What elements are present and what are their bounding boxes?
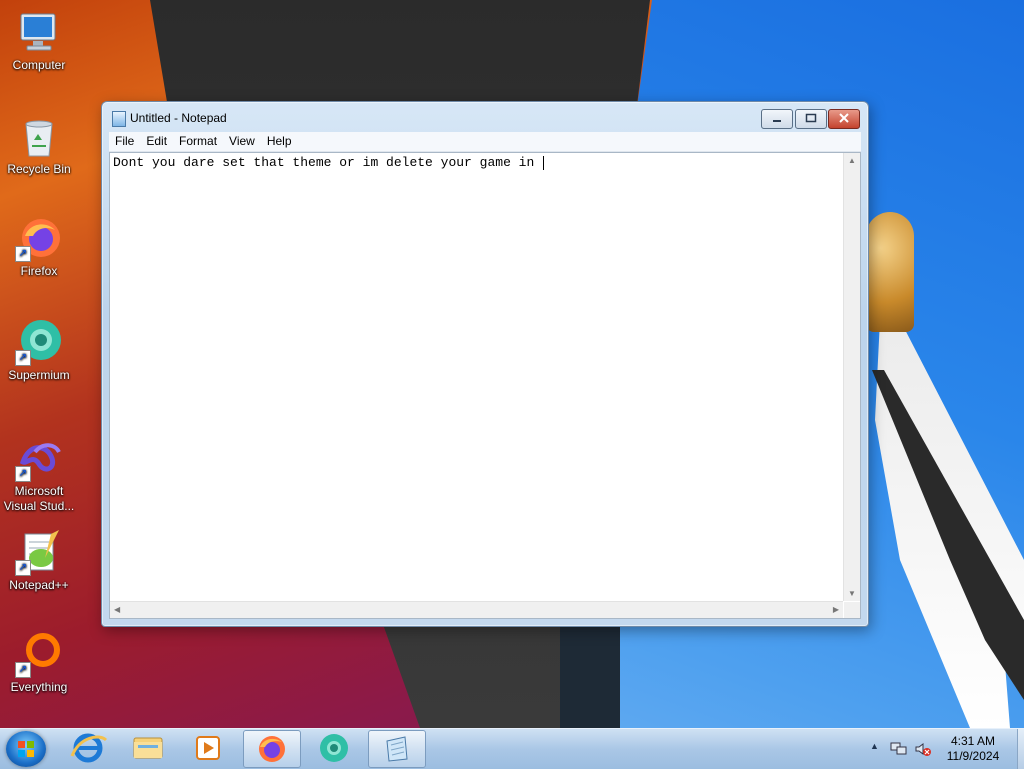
close-icon (839, 113, 849, 123)
notepad-plus-plus-icon: ↗ (15, 528, 63, 576)
notepad-icon (112, 111, 126, 127)
internet-explorer-icon (70, 733, 108, 763)
taskbar-firefox[interactable] (243, 730, 301, 768)
scroll-down-icon[interactable]: ▼ (848, 589, 856, 598)
taskbar-media-player[interactable] (180, 730, 236, 766)
visual-studio-icon: ↗ (15, 434, 63, 482)
desktop-icon-notepad-plus-plus[interactable]: ↗ Notepad++ (2, 528, 76, 593)
maximize-button[interactable] (795, 109, 827, 129)
text-caret (543, 155, 545, 170)
firefox-icon: ↗ (15, 214, 63, 262)
clock-date: 11/9/2024 (946, 749, 1000, 763)
scroll-right-icon[interactable]: ▶ (833, 605, 839, 614)
taskbar-supermium[interactable] (306, 730, 362, 766)
maximize-icon (805, 113, 817, 123)
desktop-icon-computer[interactable]: Computer (2, 8, 76, 73)
desktop-icon-firefox[interactable]: ↗ Firefox (2, 214, 76, 279)
supermium-icon: ↗ (15, 318, 63, 366)
shortcut-arrow-icon: ↗ (15, 662, 31, 678)
firefox-icon (259, 736, 285, 762)
notepad-window: Untitled - Notepad File Edit Format View Hel… (101, 101, 869, 627)
menu-edit[interactable]: Edit (140, 132, 173, 151)
window-title: Untitled - Notepad (130, 111, 227, 125)
vertical-scrollbar[interactable]: ▲ ▼ (843, 153, 860, 601)
start-button[interactable] (6, 731, 46, 767)
shortcut-arrow-icon: ↗ (15, 246, 31, 262)
taskbar-file-explorer[interactable] (120, 730, 176, 766)
editor-content: Dont you dare set that theme or im delet… (113, 155, 543, 170)
supermium-icon (320, 734, 348, 762)
desktop-icon-label: Everything (10, 680, 68, 694)
desktop-icon-supermium[interactable]: ↗ Supermium (2, 318, 76, 383)
menu-file[interactable]: File (109, 132, 140, 151)
media-player-icon (196, 736, 220, 760)
computer-icon (15, 8, 63, 56)
notepad-icon (386, 736, 408, 762)
desktop-icon-label: Firefox (20, 264, 58, 278)
taskbar-clock[interactable]: 4:31 AM 11/9/2024 (930, 734, 1016, 764)
desktop-icon-everything[interactable]: ↗ Everything (2, 630, 76, 695)
close-button[interactable] (828, 109, 860, 129)
desktop-icon-visual-studio[interactable]: ↗ Microsoft Visual Stud... (2, 434, 76, 514)
wallpaper-space-needle-top (866, 212, 914, 332)
show-hidden-icons-icon[interactable]: ▲ (870, 741, 879, 751)
taskbar-notepad[interactable] (368, 730, 426, 768)
menu-bar: File Edit Format View Help (109, 132, 861, 152)
taskbar-internet-explorer[interactable] (60, 730, 116, 766)
windows-logo-icon (18, 741, 34, 757)
desktop-icon-recycle-bin[interactable]: Recycle Bin (2, 112, 76, 177)
menu-help[interactable]: Help (261, 132, 298, 151)
recycle-bin-icon (15, 112, 63, 160)
show-desktop-button[interactable] (1017, 729, 1024, 769)
shortcut-arrow-icon: ↗ (15, 350, 31, 366)
horizontal-scrollbar[interactable]: ◀ ▶ (110, 601, 843, 618)
shortcut-arrow-icon: ↗ (15, 466, 31, 482)
desktop-icon-label: Microsoft Visual Stud... (3, 484, 75, 513)
minimize-button[interactable] (761, 109, 793, 129)
file-explorer-icon (133, 737, 163, 759)
scrollbar-corner (844, 602, 860, 618)
taskbar: ▲ 4:31 AM 11/9/2024 (0, 728, 1024, 769)
menu-view[interactable]: View (223, 132, 261, 151)
wallpaper-building (560, 620, 620, 728)
clock-time: 4:31 AM (950, 734, 996, 748)
everything-search-icon: ↗ (15, 630, 63, 678)
network-icon[interactable] (890, 741, 908, 757)
menu-format[interactable]: Format (173, 132, 223, 151)
window-titlebar[interactable]: Untitled - Notepad (102, 102, 868, 132)
desktop-icon-label: Computer (12, 58, 66, 72)
desktop-icon-label: Recycle Bin (7, 162, 71, 176)
scroll-left-icon[interactable]: ◀ (114, 605, 120, 614)
desktop-icon-label: Supermium (8, 368, 70, 382)
scroll-up-icon[interactable]: ▲ (848, 156, 856, 165)
desktop-icon-label: Notepad++ (9, 578, 69, 592)
minimize-icon (773, 120, 781, 122)
shortcut-arrow-icon: ↗ (15, 560, 31, 576)
text-editor-area[interactable]: Dont you dare set that theme or im delet… (109, 152, 861, 619)
